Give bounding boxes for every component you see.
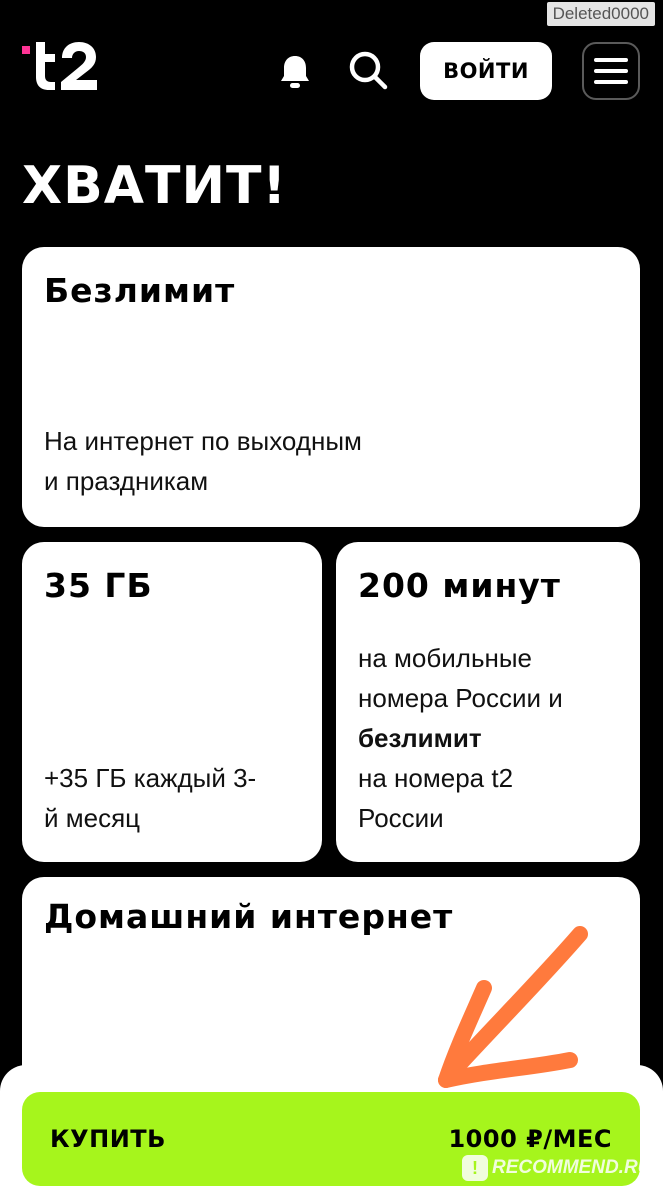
- username-watermark: Deleted0000: [546, 2, 655, 26]
- minutes-card: 200 минут на мобильные номера России и б…: [336, 542, 640, 862]
- card-description: На интернет по выходным и праздникам: [44, 426, 362, 496]
- card-title: 35 ГБ: [44, 566, 153, 605]
- t2-logo[interactable]: [22, 38, 102, 94]
- recommend-logo-icon: !: [462, 1155, 488, 1181]
- bell-icon: [281, 56, 309, 88]
- card-title: 200 минут: [358, 566, 561, 605]
- tariff-page: Deleted0000 ВОЙТИ ХВАТИТ! Безлимит На ин…: [0, 0, 663, 1200]
- recommend-watermark: ! RECOMMEND.RU: [462, 1155, 651, 1181]
- annotation-arrow-icon: [438, 926, 588, 1088]
- unlimited-card: Безлимит На интернет по выходным и празд…: [22, 247, 640, 527]
- menu-button[interactable]: [582, 42, 640, 100]
- page-headline: ХВАТИТ!: [22, 156, 288, 216]
- card-description: на мобильные номера России и безлимит на…: [358, 643, 563, 833]
- search-icon: [349, 51, 388, 90]
- card-title: Безлимит: [44, 271, 236, 310]
- buy-label: КУПИТЬ: [50, 1125, 166, 1153]
- search-button[interactable]: [346, 48, 390, 92]
- notifications-button[interactable]: [274, 50, 316, 92]
- card-description: +35 ГБ каждый 3- й месяц: [44, 763, 257, 833]
- card-title: Домашний интернет: [44, 897, 454, 936]
- price-label: 1000 ₽/МЕС: [448, 1125, 612, 1153]
- data-card: 35 ГБ +35 ГБ каждый 3- й месяц: [22, 542, 322, 862]
- login-button[interactable]: ВОЙТИ: [420, 42, 552, 100]
- menu-icon: [594, 58, 628, 62]
